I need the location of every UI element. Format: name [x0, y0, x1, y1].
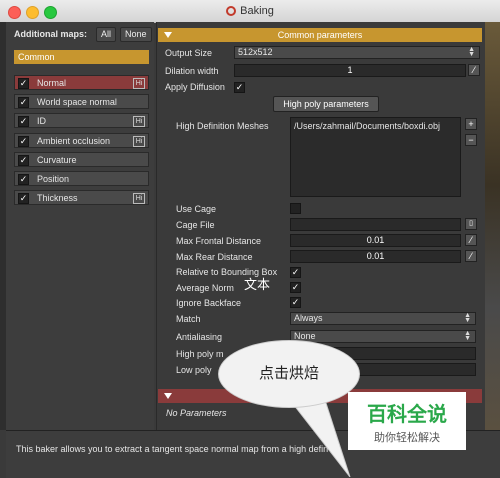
edit-pen-icon[interactable]: ⁄: [465, 250, 477, 262]
updown-arrows-icon: ▲ ▼: [464, 330, 471, 342]
desktop-edge-right: [484, 22, 500, 430]
text-annotation: 文本: [244, 277, 271, 292]
hi-badge[interactable]: Hi: [133, 193, 145, 204]
low-poly-mesh-label: Low poly: [176, 365, 212, 375]
map-label: Curvature: [37, 155, 77, 165]
use-cage-checkbox[interactable]: [290, 203, 301, 214]
map-label: Ambient occlusion: [37, 136, 111, 146]
additional-maps-label: Additional maps:: [14, 29, 88, 39]
edit-pen-icon[interactable]: ⁄: [468, 64, 480, 76]
bubble-text: 点击烘焙: [258, 365, 319, 382]
apply-diffusion-label: Apply Diffusion: [165, 82, 225, 92]
watermark-sub-text: 助你轻松解决: [374, 432, 440, 444]
max-frontal-distance-label: Max Frontal Distance: [176, 236, 262, 246]
apply-diffusion-checkbox[interactable]: ✓: [234, 82, 245, 93]
output-size-select[interactable]: 512x512 ▲ ▼: [234, 46, 480, 59]
collapse-arrow-icon[interactable]: [164, 32, 172, 38]
watermark-main-text: 百科全说: [367, 404, 447, 426]
common-parameters-header[interactable]: Common parameters: [158, 28, 482, 42]
high-poly-parameters-button[interactable]: High poly parameters: [273, 96, 379, 112]
map-item-thickness[interactable]: ✓ Thickness Hi: [14, 190, 149, 205]
mesh-path[interactable]: /Users/zahmail/Documents/boxdi.obj: [291, 118, 460, 134]
map-item-normal[interactable]: ✓ Normal Hi: [14, 75, 149, 90]
edit-pen-icon[interactable]: ⁄: [465, 234, 477, 246]
map-item-curvature[interactable]: ✓ Curvature: [14, 152, 149, 167]
app-icon: [226, 6, 237, 16]
updown-arrows-icon: ▲ ▼: [464, 312, 471, 324]
checkbox[interactable]: ✓: [18, 136, 29, 147]
updown-arrows-icon: ▲ ▼: [468, 46, 475, 58]
no-parameters-text: No Parameters: [166, 408, 227, 418]
high-definition-meshes-label: High Definition Meshes: [176, 121, 269, 131]
checkbox[interactable]: ✓: [18, 174, 29, 185]
hi-badge[interactable]: Hi: [133, 78, 145, 89]
relative-to-bounding-box-checkbox[interactable]: ✓: [290, 267, 301, 278]
title-bar: Baking: [0, 0, 500, 23]
remove-mesh-icon[interactable]: −: [465, 134, 477, 146]
meshes-list[interactable]: /Users/zahmail/Documents/boxdi.obj: [290, 117, 461, 197]
checkbox[interactable]: ✓: [18, 116, 29, 127]
common-tab[interactable]: Common: [14, 50, 149, 64]
map-item-ambient-occlusion[interactable]: ✓ Ambient occlusion Hi: [14, 133, 149, 148]
match-label: Match: [176, 314, 201, 324]
hi-badge[interactable]: Hi: [133, 136, 145, 147]
max-rear-distance-field[interactable]: 0.01: [290, 250, 461, 263]
ignore-backface-checkbox[interactable]: ✓: [290, 297, 301, 308]
map-label: ID: [37, 116, 46, 126]
file-icon[interactable]: ▯: [465, 218, 477, 230]
checkbox[interactable]: ✓: [18, 155, 29, 166]
map-item-position[interactable]: ✓ Position: [14, 171, 149, 186]
use-cage-label: Use Cage: [176, 204, 217, 214]
map-item-id[interactable]: ✓ ID Hi: [14, 113, 149, 128]
checkbox[interactable]: ✓: [18, 97, 29, 108]
all-button[interactable]: All: [96, 27, 117, 42]
add-mesh-icon[interactable]: +: [465, 118, 477, 130]
cage-file-label: Cage File: [176, 220, 215, 230]
map-label: World space normal: [37, 97, 117, 107]
window-title: Baking: [0, 5, 500, 17]
dilation-width-field[interactable]: 1: [234, 64, 466, 77]
map-label: Thickness: [37, 193, 78, 203]
max-frontal-distance-field[interactable]: 0.01: [290, 234, 461, 247]
high-poly-mesh-label: High poly m: [176, 349, 224, 359]
average-normals-label: Average Norm: [176, 283, 234, 293]
antialiasing-label: Antialiasing: [176, 332, 223, 342]
checkbox[interactable]: ✓: [18, 78, 29, 89]
output-size-label: Output Size: [165, 48, 213, 58]
dilation-width-label: Dilation width: [165, 66, 219, 76]
map-label: Position: [37, 174, 70, 184]
average-normals-checkbox[interactable]: ✓: [290, 282, 301, 293]
antialiasing-select[interactable]: None ▲ ▼: [290, 330, 476, 343]
ignore-backface-label: Ignore Backface: [176, 298, 242, 308]
map-label: Normal: [37, 78, 67, 88]
map-item-world-space-normal[interactable]: ✓ World space normal: [14, 94, 149, 109]
match-select[interactable]: Always ▲ ▼: [290, 312, 476, 325]
hi-badge[interactable]: Hi: [133, 116, 145, 127]
collapse-arrow-icon[interactable]: [164, 393, 172, 399]
cage-file-field[interactable]: [290, 218, 461, 231]
checkbox[interactable]: ✓: [18, 193, 29, 204]
none-button[interactable]: None: [120, 27, 152, 42]
max-rear-distance-label: Max Rear Distance: [176, 252, 253, 262]
